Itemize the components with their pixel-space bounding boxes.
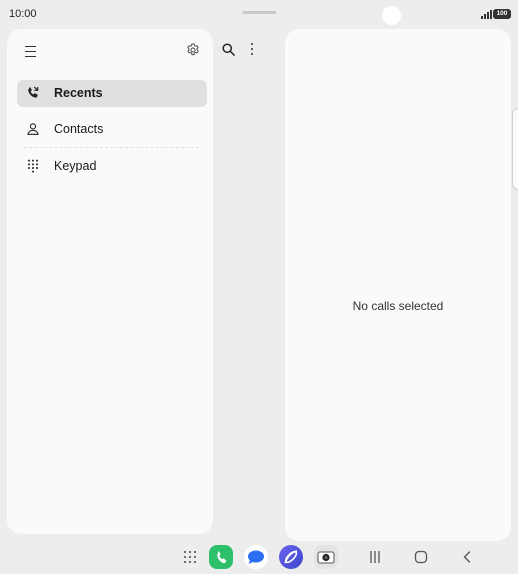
- gear-icon[interactable]: [185, 42, 201, 58]
- battery-icon: 100: [493, 9, 511, 19]
- person-icon: [25, 121, 41, 137]
- phone-app-icon[interactable]: [209, 545, 233, 569]
- edge-panel-handle[interactable]: [512, 108, 518, 190]
- navigation-pane: Recents Contacts Keypad: [7, 29, 213, 534]
- status-time: 10:00: [9, 8, 37, 20]
- signal-icon: [481, 10, 492, 19]
- nav-item-label: Keypad: [54, 159, 97, 173]
- nav-divider: [24, 147, 199, 148]
- apps-grid-icon[interactable]: [184, 551, 197, 564]
- call-detail-pane: No calls selected: [285, 29, 511, 541]
- drag-handle[interactable]: [242, 11, 276, 14]
- nav-item-keypad[interactable]: Keypad: [17, 153, 207, 180]
- nav-item-recents[interactable]: Recents: [17, 80, 207, 107]
- empty-state-text: No calls selected: [352, 299, 444, 313]
- home-icon[interactable]: [414, 550, 428, 564]
- recent-apps-icon[interactable]: [367, 550, 383, 564]
- nav-item-label: Contacts: [54, 122, 104, 136]
- nav-item-label: Recents: [54, 86, 103, 100]
- front-camera-cutout: [382, 6, 401, 25]
- taskbar: [0, 540, 518, 574]
- nav-item-contacts[interactable]: Contacts: [17, 116, 207, 143]
- messages-app-icon[interactable]: [244, 545, 268, 569]
- status-bar: 10:00 100: [0, 0, 518, 28]
- dialpad-icon: [25, 158, 41, 174]
- more-options-icon[interactable]: [245, 42, 259, 57]
- recent-calls-icon: [25, 85, 41, 101]
- battery-level: 100: [496, 10, 508, 17]
- back-icon[interactable]: [460, 550, 474, 564]
- hamburger-menu-icon[interactable]: [24, 43, 40, 59]
- search-icon[interactable]: [221, 42, 236, 57]
- camera-app-icon[interactable]: [314, 545, 338, 569]
- internet-app-icon[interactable]: [279, 545, 303, 569]
